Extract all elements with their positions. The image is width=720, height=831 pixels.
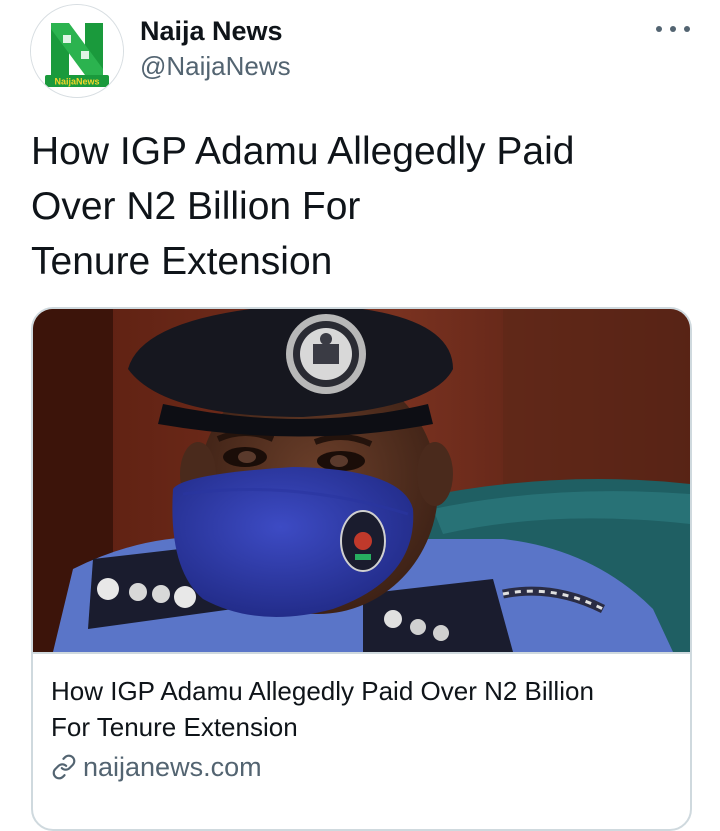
card-image[interactable] (33, 309, 690, 654)
tweet-text: How IGP Adamu Allegedly Paid Over N2 Bil… (31, 124, 671, 289)
tweet-text-line: Tenure Extension (31, 240, 333, 283)
link-icon (51, 754, 77, 780)
logo-badge-text: NaijaNews (54, 77, 99, 87)
more-options-icon[interactable] (656, 14, 690, 44)
card-domain-text: naijanews.com (83, 751, 262, 782)
link-preview-card[interactable]: How IGP Adamu Allegedly Paid Over N2 Bil… (31, 307, 692, 831)
tweet-text-line: Over N2 Billion For (31, 185, 361, 228)
card-title[interactable]: How IGP Adamu Allegedly Paid Over N2 Bil… (51, 673, 671, 745)
more-dot (684, 26, 690, 32)
more-dot (656, 26, 662, 32)
display-name[interactable]: Naija News (140, 16, 283, 47)
card-domain[interactable]: naijanews.com (51, 749, 262, 785)
naija-news-logo: NaijaNews (31, 5, 123, 97)
card-title-line: For Tenure Extension (51, 712, 298, 742)
more-dot (670, 26, 676, 32)
tweet-text-line: How IGP Adamu Allegedly Paid (31, 130, 575, 173)
card-title-line: How IGP Adamu Allegedly Paid Over N2 Bil… (51, 676, 594, 706)
account-handle[interactable]: @NaijaNews (140, 51, 291, 82)
avatar[interactable]: NaijaNews (30, 4, 124, 98)
tweet-header: NaijaNews Naija News @NaijaNews (30, 4, 690, 100)
police-officer-photo (33, 309, 690, 652)
